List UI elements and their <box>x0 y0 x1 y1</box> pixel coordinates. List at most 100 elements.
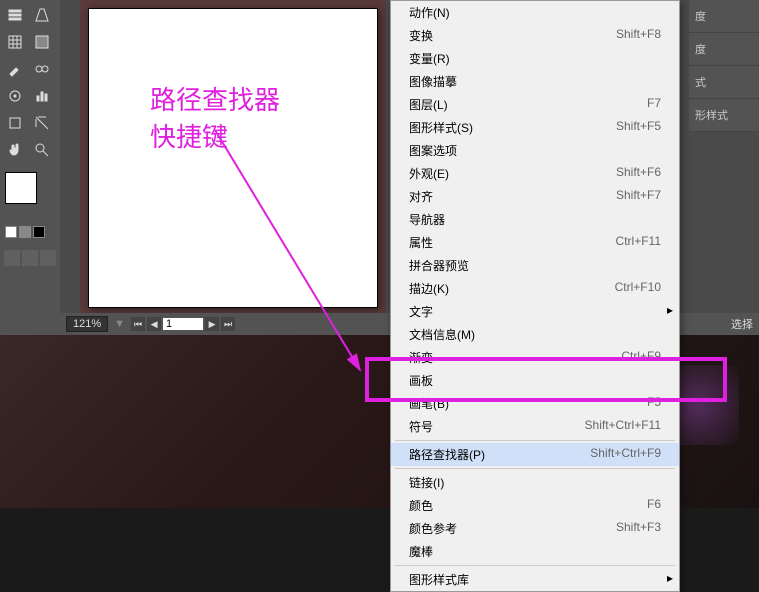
menu-item-label: 链接(I) <box>409 474 444 491</box>
menu-item-shortcut: Shift+Ctrl+F11 <box>585 418 661 435</box>
menu-item-1[interactable]: 变换Shift+F8 <box>391 24 679 47</box>
menu-item-8[interactable]: 对齐 Shift+F7 <box>391 185 679 208</box>
menu-item-label: 画笔(B) <box>409 395 449 412</box>
menu-item-0[interactable]: 动作(N) <box>391 1 679 24</box>
tool-perspective[interactable] <box>29 2 54 27</box>
tools-panel <box>0 0 60 335</box>
menu-item-label: 动作(N) <box>409 4 450 21</box>
menu-item-label: 图形样式(S) <box>409 119 473 136</box>
menu-item-label: 图层(L) <box>409 96 448 113</box>
menu-item-5[interactable]: 图形样式(S) Shift+F5 <box>391 116 679 139</box>
page-navigator: ⏮ ◀ 1 ▶ ⏭ <box>131 317 235 331</box>
tool-gradient[interactable] <box>29 29 54 54</box>
menu-item-shortcut: Shift+F7 <box>616 188 661 205</box>
menu-item-shortcut: Shift+F5 <box>616 119 661 136</box>
menu-item-23[interactable]: 颜色 F6 <box>391 494 679 517</box>
menu-item-18[interactable]: 符号 Shift+Ctrl+F11 <box>391 415 679 438</box>
menu-item-16[interactable]: 画板 <box>391 369 679 392</box>
mini-swatch-white[interactable] <box>5 226 17 238</box>
menu-item-3[interactable]: 图像描摹 <box>391 70 679 93</box>
screen-mode-1[interactable] <box>4 250 20 266</box>
menu-item-label: 描边(K) <box>409 280 449 297</box>
panel-tab-1[interactable]: 度 <box>689 0 759 33</box>
menu-item-7[interactable]: 外观(E) Shift+F6 <box>391 162 679 185</box>
menu-item-label: 变量(R) <box>409 50 450 67</box>
menu-item-shortcut: Ctrl+F11 <box>616 234 661 251</box>
menu-item-4[interactable]: 图层(L) F7 <box>391 93 679 116</box>
tool-slice[interactable] <box>29 110 54 135</box>
screen-mode-2[interactable] <box>22 250 38 266</box>
menu-item-label: 文字 <box>409 303 433 320</box>
fill-swatch[interactable] <box>5 172 37 204</box>
menu-item-20[interactable]: 路径查找器(P)Shift+Ctrl+F9 <box>391 443 679 466</box>
menu-item-shortcut: F7 <box>647 96 661 113</box>
menu-item-label: 图形样式库 <box>409 571 469 588</box>
menu-item-shortcut: Shift+F6 <box>616 165 661 182</box>
menu-item-10[interactable]: 属性 Ctrl+F11 <box>391 231 679 254</box>
menu-separator <box>395 440 675 441</box>
menu-item-shortcut: F6 <box>647 497 661 514</box>
panel-tab-3[interactable]: 式 <box>689 66 759 99</box>
menu-item-label: 画板 <box>409 372 433 389</box>
panel-tab-4[interactable]: 形样式 <box>689 99 759 132</box>
submenu-arrow-icon: ▸ <box>667 571 673 585</box>
menu-item-24[interactable]: 颜色参考 Shift+F3 <box>391 517 679 540</box>
tool-graph[interactable] <box>29 83 54 108</box>
menu-item-13[interactable]: 文字 ▸ <box>391 300 679 323</box>
first-page-button[interactable]: ⏮ <box>131 317 145 331</box>
menu-item-shortcut: Ctrl+F9 <box>621 349 661 366</box>
menu-item-27[interactable]: 图形样式库 ▸ <box>391 568 679 591</box>
right-panels: 度 度 式 形样式 <box>689 0 759 132</box>
menu-item-label: 图案选项 <box>409 142 457 159</box>
panel-tab-2[interactable]: 度 <box>689 33 759 66</box>
tool-artboard[interactable] <box>2 110 27 135</box>
menu-item-17[interactable]: 画笔(B) F5 <box>391 392 679 415</box>
menu-item-label: 图像描摹 <box>409 73 457 90</box>
menu-item-6[interactable]: 图案选项 <box>391 139 679 162</box>
window-menu: 动作(N) 变换Shift+F8 变量(R) 图像描摹图层(L) F7 图形样式(S) Sh… <box>390 0 680 592</box>
menu-item-25[interactable]: 魔棒 <box>391 540 679 563</box>
menu-item-shortcut: Shift+F3 <box>616 520 661 537</box>
tool-zoom[interactable] <box>29 137 54 162</box>
menu-item-22[interactable]: 链接(I) <box>391 471 679 494</box>
last-page-button[interactable]: ⏭ <box>221 317 235 331</box>
menu-item-label: 拼合器预览 <box>409 257 469 274</box>
menu-item-label: 颜色 <box>409 497 433 514</box>
artboard[interactable] <box>88 8 378 308</box>
next-page-button[interactable]: ▶ <box>205 317 219 331</box>
menu-item-label: 魔棒 <box>409 543 433 560</box>
tool-eyedropper[interactable] <box>2 56 27 81</box>
zoom-level[interactable]: 121% <box>66 316 108 332</box>
color-swatches[interactable] <box>5 172 55 238</box>
page-input[interactable]: 1 <box>163 318 203 330</box>
screen-mode-3[interactable] <box>40 250 56 266</box>
tool-symbol[interactable] <box>2 83 27 108</box>
submenu-arrow-icon: ▸ <box>667 303 673 317</box>
menu-item-9[interactable]: 导航器 <box>391 208 679 231</box>
select-label: 选择 <box>731 316 753 332</box>
menu-item-shortcut: Ctrl+F10 <box>615 280 661 297</box>
menu-item-12[interactable]: 描边(K) Ctrl+F10 <box>391 277 679 300</box>
tool-wrench[interactable] <box>2 2 27 27</box>
menu-item-label: 符号 <box>409 418 433 435</box>
menu-item-label: 对齐 <box>409 188 433 205</box>
menu-item-label: 变换 <box>409 27 433 44</box>
tool-mesh[interactable] <box>2 29 27 54</box>
menu-separator <box>395 565 675 566</box>
menu-item-label: 文档信息(M) <box>409 326 475 343</box>
menu-item-label: 路径查找器(P) <box>409 446 485 463</box>
prev-page-button[interactable]: ◀ <box>147 317 161 331</box>
menu-item-14[interactable]: 文档信息(M) <box>391 323 679 346</box>
tool-blend[interactable] <box>29 56 54 81</box>
menu-item-label: 颜色参考 <box>409 520 457 537</box>
mini-swatch-gray[interactable] <box>19 226 31 238</box>
menu-item-label: 导航器 <box>409 211 445 228</box>
menu-item-label: 外观(E) <box>409 165 449 182</box>
menu-item-11[interactable]: 拼合器预览 <box>391 254 679 277</box>
menu-item-15[interactable]: 渐变Ctrl+F9 <box>391 346 679 369</box>
menu-item-2[interactable]: 变量(R) <box>391 47 679 70</box>
menu-item-shortcut: F5 <box>647 395 661 412</box>
menu-item-label: 属性 <box>409 234 433 251</box>
mini-swatch-black[interactable] <box>33 226 45 238</box>
tool-hand[interactable] <box>2 137 27 162</box>
